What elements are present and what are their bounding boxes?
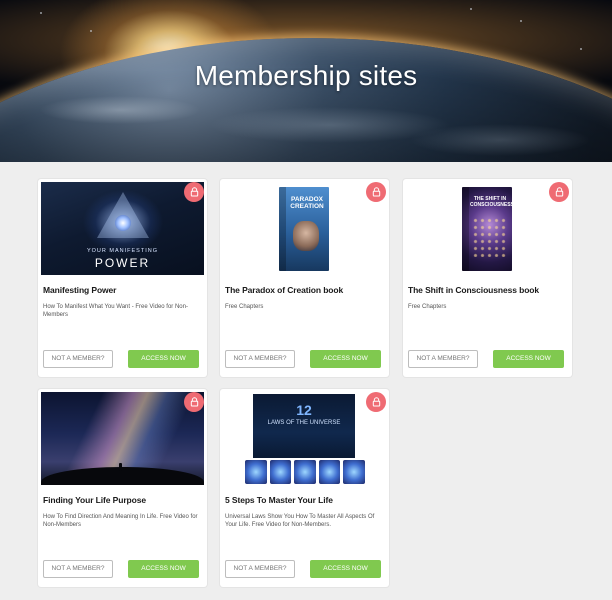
book-cover-title: PARADOX CREATION	[290, 196, 324, 210]
product-number: 12	[296, 402, 312, 418]
orb-shape	[115, 215, 131, 231]
membership-card-paradox-of-creation[interactable]: PARADOX CREATION The Paradox of Creation…	[220, 179, 389, 377]
person-silhouette	[119, 463, 122, 471]
card-description: How To Find Direction And Meaning In Lif…	[43, 514, 198, 528]
membership-card-manifesting-power[interactable]: YOUR MANIFESTING POWER Manifesting Power…	[38, 179, 207, 377]
author-portrait	[293, 221, 319, 251]
access-now-button[interactable]: ACCESS NOW	[128, 560, 199, 578]
thumb-subtitle: YOUR MANIFESTING	[86, 248, 158, 254]
card-thumbnail[interactable]: 12 LAWS OF THE UNIVERSE	[223, 392, 386, 485]
access-now-button[interactable]: ACCESS NOW	[310, 350, 381, 368]
lock-icon	[366, 392, 386, 412]
laws-product-image: 12 LAWS OF THE UNIVERSE	[223, 392, 386, 485]
horizon-silhouette	[41, 467, 204, 485]
card-title: The Shift in Consciousness book	[408, 285, 540, 295]
not-a-member-button[interactable]: NOT A MEMBER?	[225, 560, 295, 578]
card-title: Finding Your Life Purpose	[43, 495, 146, 505]
book-spine	[462, 187, 469, 271]
lock-icon	[184, 182, 204, 202]
not-a-member-button[interactable]: NOT A MEMBER?	[225, 350, 295, 368]
not-a-member-button[interactable]: NOT A MEMBER?	[43, 350, 113, 368]
card-title: The Paradox of Creation book	[225, 285, 344, 295]
product-discs	[245, 460, 365, 484]
hero-banner: Membership sites	[0, 0, 612, 162]
shift-book-cover: THE SHIFT IN CONSCIOUSNESS	[462, 187, 512, 271]
star-decoration	[40, 12, 42, 14]
card-thumbnail[interactable]	[41, 392, 204, 485]
membership-card-shift-in-consciousness[interactable]: THE SHIFT IN CONSCIOUSNESS The Shift in …	[403, 179, 572, 377]
milky-way-image	[41, 392, 204, 485]
star-decoration	[520, 20, 522, 22]
access-now-button[interactable]: ACCESS NOW	[493, 350, 564, 368]
membership-card-master-your-life[interactable]: 12 LAWS OF THE UNIVERSE 5 Steps To Maste…	[220, 389, 389, 587]
book-cover-title: THE SHIFT IN CONSCIOUSNESS	[470, 196, 512, 208]
card-thumbnail[interactable]: PARADOX CREATION	[223, 182, 386, 275]
star-decoration	[470, 8, 472, 10]
star-decoration	[580, 48, 582, 50]
card-description: How To Manifest What You Want - Free Vid…	[43, 304, 188, 318]
manifesting-power-image: YOUR MANIFESTING POWER	[41, 182, 204, 275]
paradox-book-cover: PARADOX CREATION	[279, 187, 329, 271]
not-a-member-button[interactable]: NOT A MEMBER?	[43, 560, 113, 578]
card-title: Manifesting Power	[43, 285, 117, 295]
access-now-button[interactable]: ACCESS NOW	[128, 350, 199, 368]
card-title: 5 Steps To Master Your Life	[225, 495, 333, 505]
lock-icon	[366, 182, 386, 202]
product-box: 12 LAWS OF THE UNIVERSE	[253, 394, 355, 458]
access-now-button[interactable]: ACCESS NOW	[310, 560, 381, 578]
galaxy-pattern	[472, 217, 508, 257]
lock-icon	[549, 182, 569, 202]
card-thumbnail[interactable]: YOUR MANIFESTING POWER	[41, 182, 204, 275]
card-description: Free Chapters	[408, 304, 447, 310]
card-description: Universal Laws Show You How To Master Al…	[225, 514, 375, 528]
card-description: Free Chapters	[225, 304, 264, 310]
star-decoration	[90, 30, 92, 32]
thumb-title: POWER	[94, 256, 151, 270]
page-title: Membership sites	[194, 60, 418, 91]
not-a-member-button[interactable]: NOT A MEMBER?	[408, 350, 478, 368]
membership-card-finding-life-purpose[interactable]: Finding Your Life Purpose How To Find Di…	[38, 389, 207, 587]
card-thumbnail[interactable]: THE SHIFT IN CONSCIOUSNESS	[406, 182, 569, 275]
lock-icon	[184, 392, 204, 412]
book-spine	[279, 187, 286, 271]
product-label: LAWS OF THE UNIVERSE	[267, 420, 341, 426]
